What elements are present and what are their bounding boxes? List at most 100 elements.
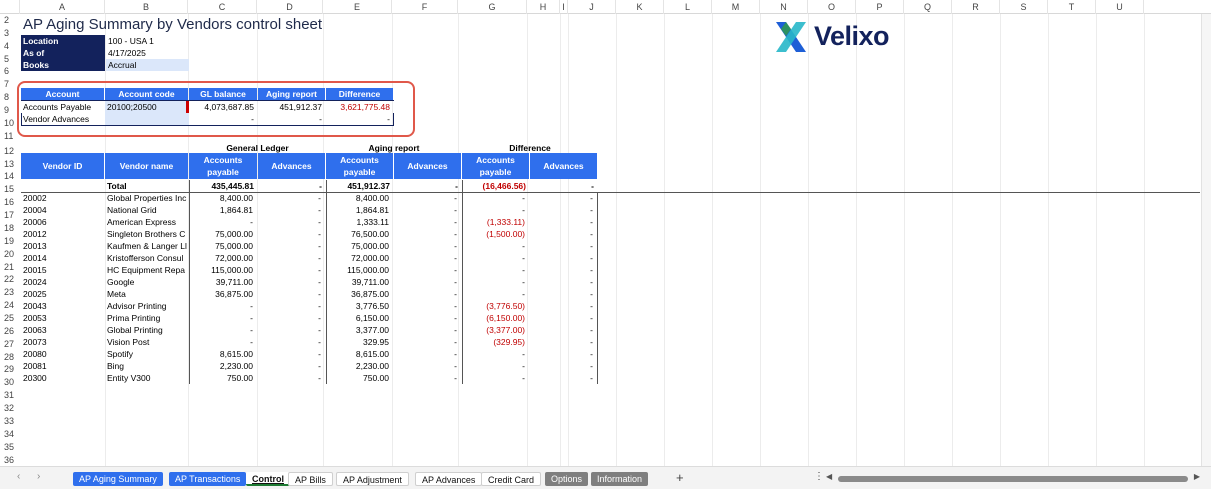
table-cell[interactable]: (1,333.11) <box>462 216 529 228</box>
table-cell[interactable]: (329.95) <box>462 336 529 348</box>
table-cell[interactable]: 20025 <box>21 288 104 300</box>
info-value[interactable]: 4/17/2025 <box>106 47 189 59</box>
table-cell[interactable]: 75,000.00 <box>326 240 393 252</box>
table-cell[interactable]: - <box>394 336 461 348</box>
column-header-s[interactable]: S <box>1000 0 1048 14</box>
column-header-a[interactable]: A <box>20 0 105 14</box>
row-header[interactable]: 33 <box>0 415 20 427</box>
table-cell[interactable]: (6,150.00) <box>462 312 529 324</box>
table-cell[interactable]: American Express <box>105 216 188 228</box>
table-cell[interactable]: - <box>530 348 597 360</box>
table-cell[interactable]: - <box>258 348 325 360</box>
row-header[interactable]: 16 <box>0 196 20 208</box>
horizontal-scrollbar[interactable]: ◀ ▶ <box>826 472 1200 483</box>
table-cell[interactable]: - <box>462 288 529 300</box>
column-header-n[interactable]: N <box>760 0 808 14</box>
table-cell[interactable]: - <box>394 288 461 300</box>
row-header[interactable]: 15 <box>0 183 20 195</box>
table-cell[interactable]: 20053 <box>21 312 104 324</box>
table-cell[interactable]: 20006 <box>21 216 104 228</box>
column-header-u[interactable]: U <box>1096 0 1144 14</box>
table-cell[interactable]: - <box>530 228 597 240</box>
table-cell[interactable]: - <box>530 204 597 216</box>
scroll-left-arrow-icon[interactable]: ◀ <box>826 472 832 481</box>
summary-cell[interactable] <box>105 113 189 125</box>
row-header[interactable]: 23 <box>0 286 20 298</box>
table-cell[interactable]: - <box>258 240 325 252</box>
row-header[interactable]: 7 <box>0 78 20 90</box>
table-cell[interactable]: 750.00 <box>189 372 257 384</box>
table-cell[interactable]: - <box>258 300 325 312</box>
table-cell[interactable]: - <box>530 324 597 336</box>
table-cell[interactable]: 20014 <box>21 252 104 264</box>
row-header[interactable]: 29 <box>0 363 20 375</box>
column-header-e[interactable]: E <box>323 0 392 14</box>
table-cell[interactable]: - <box>462 372 529 384</box>
sheet-tab-control[interactable]: Control <box>246 472 290 486</box>
table-cell[interactable]: - <box>189 336 257 348</box>
table-cell[interactable]: - <box>462 348 529 360</box>
table-cell[interactable]: - <box>189 300 257 312</box>
row-header[interactable]: 6 <box>0 65 20 77</box>
spreadsheet[interactable]: ABCDEFGHIJKLMNOPQRSTU 2 3 4 5 6 7 8 9 10 11 12 13 14… <box>0 0 1211 489</box>
column-header-t[interactable]: T <box>1048 0 1096 14</box>
table-cell[interactable]: - <box>462 276 529 288</box>
table-cell[interactable]: 6,150.00 <box>326 312 393 324</box>
row-header[interactable]: 20 <box>0 248 20 260</box>
table-cell[interactable]: 75,000.00 <box>189 228 257 240</box>
table-cell[interactable]: - <box>530 276 597 288</box>
table-cell[interactable]: 329.95 <box>326 336 393 348</box>
table-cell[interactable]: 1,333.11 <box>326 216 393 228</box>
row-header[interactable]: 13 <box>0 158 20 170</box>
column-header-q[interactable]: Q <box>904 0 952 14</box>
table-cell[interactable]: - <box>394 228 461 240</box>
table-cell[interactable]: Bing <box>105 360 188 372</box>
row-header[interactable]: 18 <box>0 222 20 234</box>
table-cell[interactable]: - <box>530 192 597 204</box>
row-header[interactable]: 28 <box>0 351 20 363</box>
table-cell[interactable]: - <box>258 360 325 372</box>
column-header-g[interactable]: G <box>458 0 527 14</box>
sheet-tab-credit-card[interactable]: Credit Card <box>481 472 542 486</box>
table-cell[interactable]: - <box>462 204 529 216</box>
table-cell[interactable]: 8,615.00 <box>326 348 393 360</box>
sheet-tab-ap-bills[interactable]: AP Bills <box>288 472 333 486</box>
table-cell[interactable]: 20073 <box>21 336 104 348</box>
scroll-thumb[interactable] <box>838 476 1188 482</box>
table-cell[interactable]: - <box>258 372 325 384</box>
table-cell[interactable]: 36,875.00 <box>189 288 257 300</box>
table-cell[interactable]: - <box>258 252 325 264</box>
table-cell[interactable]: - <box>258 324 325 336</box>
row-header[interactable]: 34 <box>0 428 20 440</box>
column-header-c[interactable]: C <box>188 0 257 14</box>
column-header-l[interactable]: L <box>664 0 712 14</box>
row-header[interactable]: 5 <box>0 53 20 65</box>
row-header[interactable]: 26 <box>0 325 20 337</box>
table-cell[interactable]: - <box>258 264 325 276</box>
tab-scroll-right-icon[interactable]: › <box>37 471 40 482</box>
table-cell[interactable]: - <box>394 324 461 336</box>
table-cell[interactable]: 2,230.00 <box>189 360 257 372</box>
table-cell[interactable]: - <box>258 276 325 288</box>
table-cell[interactable]: - <box>258 288 325 300</box>
table-cell[interactable]: - <box>530 264 597 276</box>
column-header-m[interactable]: M <box>712 0 760 14</box>
table-cell[interactable]: 20024 <box>21 276 104 288</box>
table-cell[interactable]: - <box>258 336 325 348</box>
row-header[interactable]: 14 <box>0 170 20 182</box>
table-cell[interactable]: 39,711.00 <box>326 276 393 288</box>
table-cell[interactable]: - <box>258 216 325 228</box>
table-cell[interactable]: - <box>394 240 461 252</box>
table-cell[interactable]: (3,776.50) <box>462 300 529 312</box>
table-cell[interactable]: 2,230.00 <box>326 360 393 372</box>
info-value[interactable]: 100 - USA 1 <box>106 35 189 47</box>
table-cell[interactable]: - <box>530 288 597 300</box>
table-cell[interactable]: - <box>462 360 529 372</box>
column-header-o[interactable]: O <box>808 0 856 14</box>
table-cell[interactable]: - <box>394 300 461 312</box>
table-cell[interactable]: - <box>530 240 597 252</box>
more-options-icon[interactable]: ⋮ <box>814 471 824 482</box>
column-header-k[interactable]: K <box>616 0 664 14</box>
row-header[interactable]: 21 <box>0 261 20 273</box>
table-cell[interactable]: - <box>258 192 325 204</box>
